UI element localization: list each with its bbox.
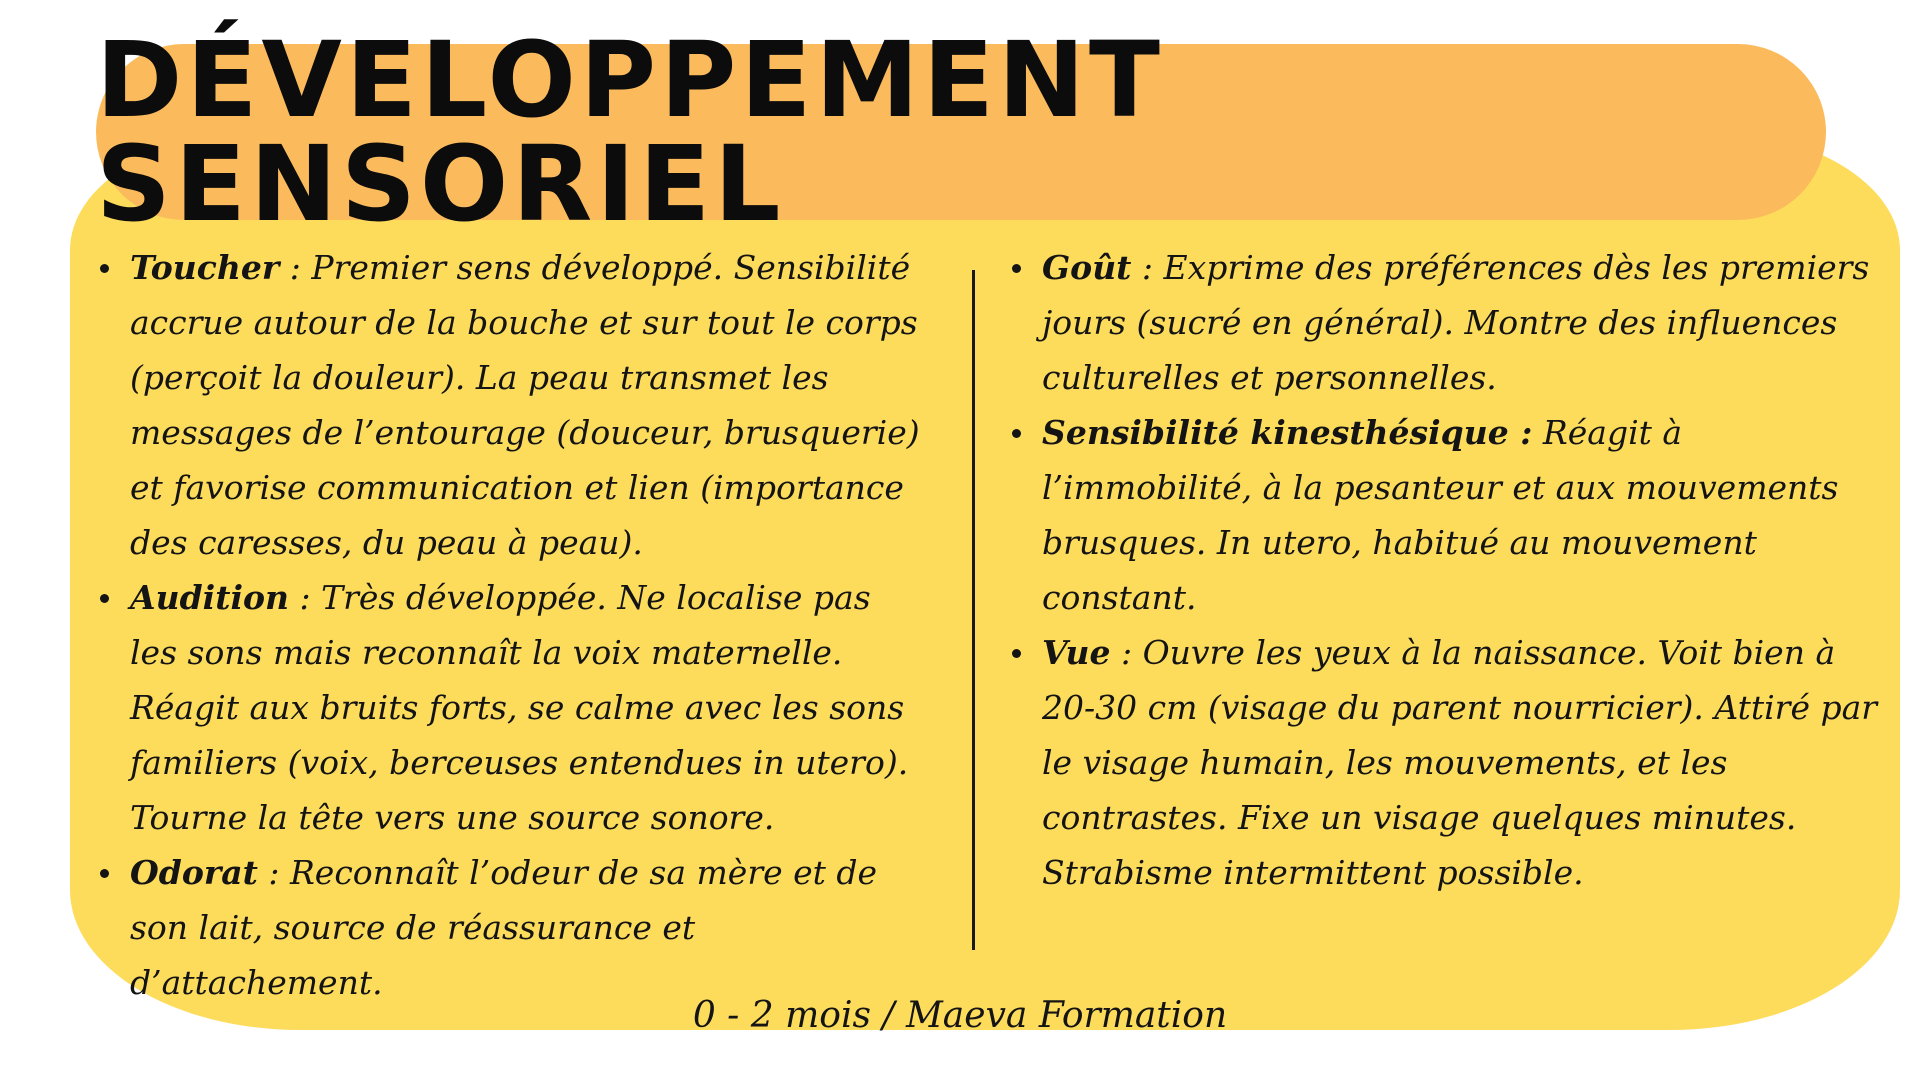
term-gout: Goût [1042, 248, 1132, 287]
left-column: Toucher : Premier sens développé. Sensib… [96, 240, 926, 1010]
separator [1532, 413, 1543, 452]
term-toucher: Toucher [130, 248, 280, 287]
separator: : [257, 853, 290, 892]
right-column: Goût : Exprime des préférences dès les p… [1008, 240, 1888, 900]
term-vue: Vue [1042, 633, 1111, 672]
list-item-kinesthesique: Sensibilité kinesthésique : Réagit à l’i… [1012, 405, 1888, 625]
term-kinesthesique: Sensibilité kinesthésique : [1042, 413, 1533, 452]
page-title: DÉVELOPPEMENT SENSORIEL [96, 19, 1164, 245]
separator: : [289, 578, 322, 617]
title-banner: DÉVELOPPEMENT SENSORIEL [96, 28, 1826, 236]
list-item-gout: Goût : Exprime des préférences dès les p… [1012, 240, 1888, 405]
list-item-toucher: Toucher : Premier sens développé. Sensib… [100, 240, 926, 570]
term-audition: Audition [130, 578, 289, 617]
list-item-odorat: Odorat : Reconnaît l’odeur de sa mère et… [100, 845, 926, 1010]
right-sense-list: Goût : Exprime des préférences dès les p… [1008, 240, 1888, 900]
separator: : [1110, 633, 1143, 672]
description-toucher: Premier sens développé. Sensibilité accr… [130, 248, 920, 562]
list-item-vue: Vue : Ouvre les yeux à la naissance. Voi… [1012, 625, 1888, 900]
left-sense-list: Toucher : Premier sens développé. Sensib… [96, 240, 926, 1010]
footer-credit: 0 - 2 mois / Maeva Formation [692, 995, 1228, 1036]
term-odorat: Odorat [130, 853, 258, 892]
separator: : [1131, 248, 1164, 287]
list-item-audition: Audition : Très développée. Ne localise … [100, 570, 926, 845]
description-vue: Ouvre les yeux à la naissance. Voit bien… [1042, 633, 1878, 892]
separator: : [279, 248, 312, 287]
column-divider [972, 270, 975, 950]
description-gout: Exprime des préférences dès les premiers… [1042, 248, 1870, 397]
